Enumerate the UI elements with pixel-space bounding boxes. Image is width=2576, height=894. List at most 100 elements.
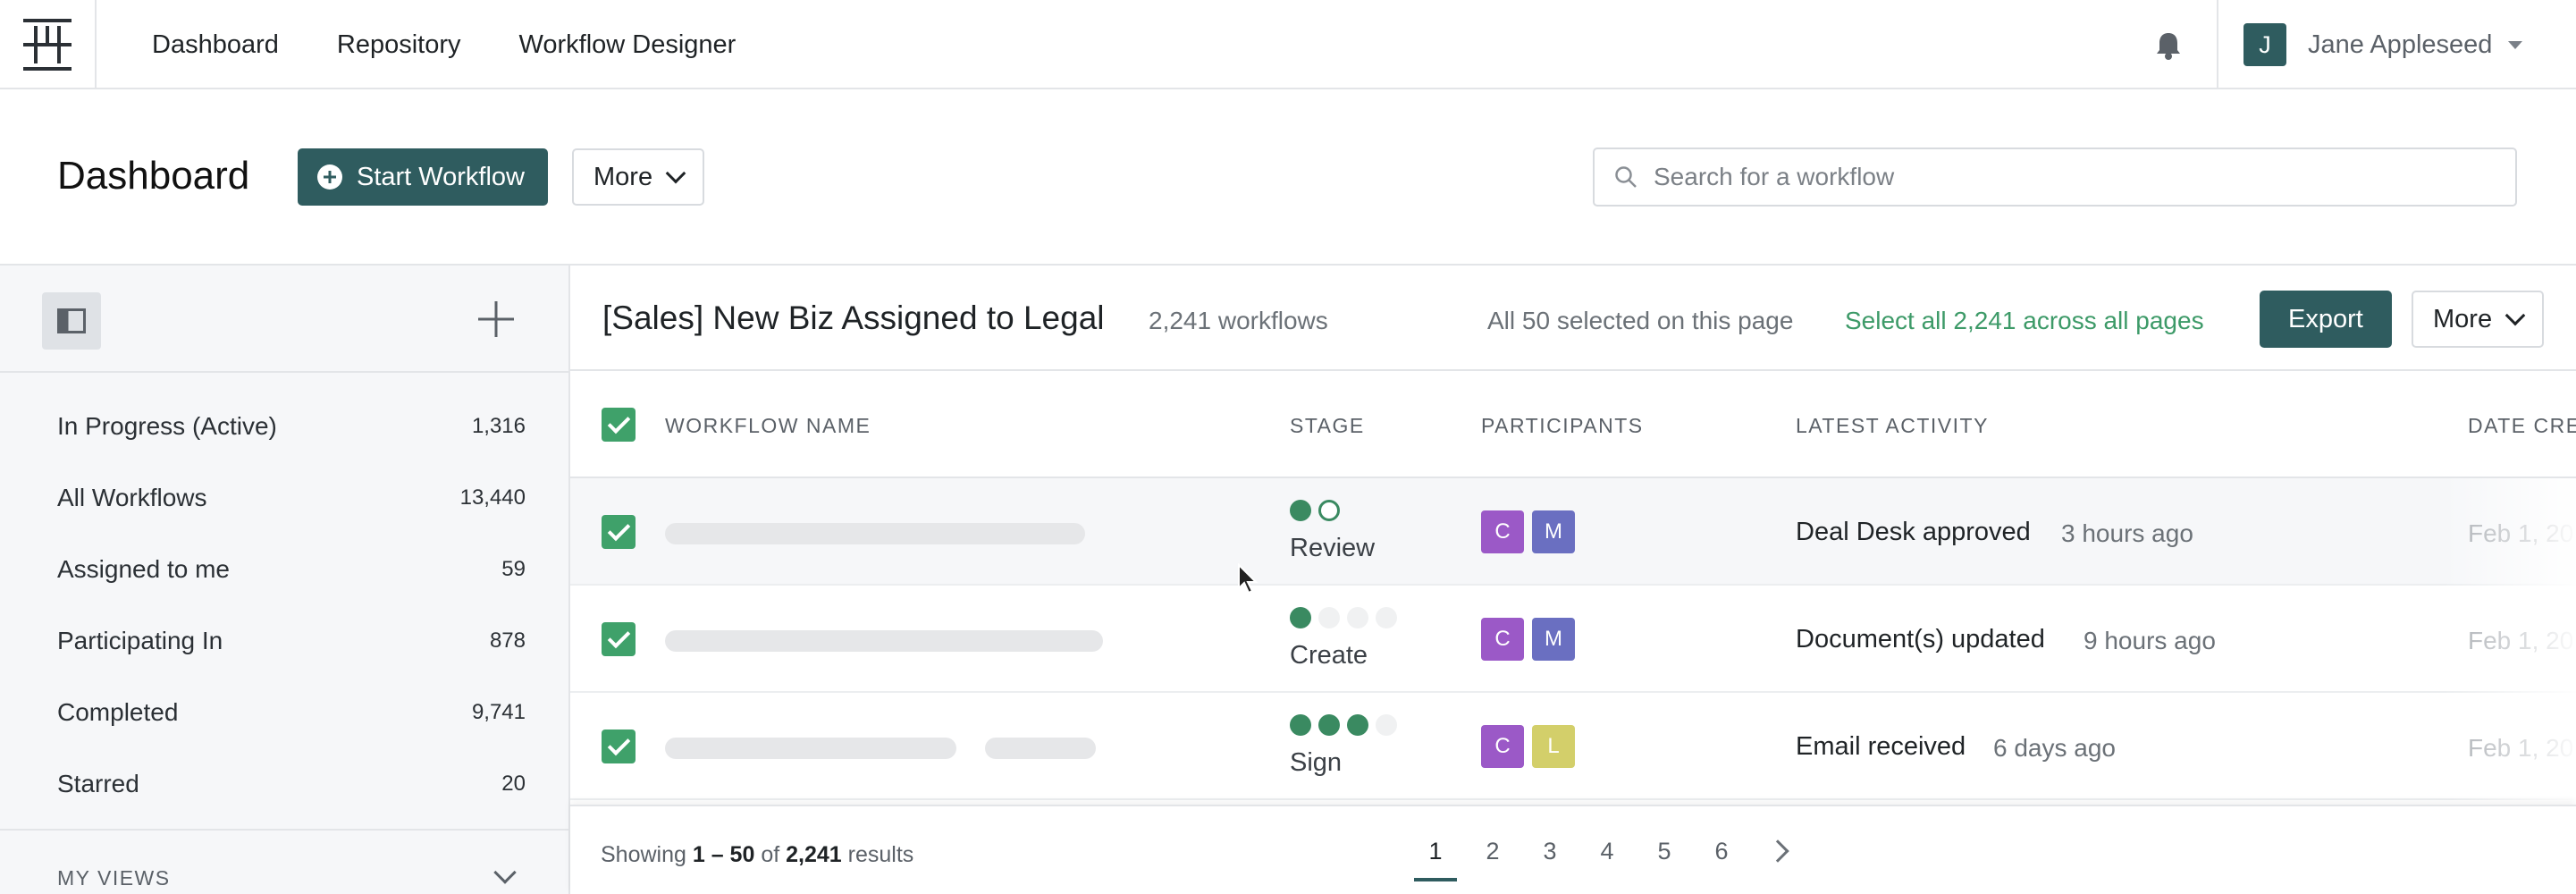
stage-dot-pending xyxy=(1318,607,1340,628)
participant-avatar[interactable]: M xyxy=(1532,510,1575,553)
page-5[interactable]: 5 xyxy=(1636,806,1693,894)
row-checkbox[interactable] xyxy=(602,515,636,549)
participant-avatar[interactable]: C xyxy=(1481,510,1524,553)
sidebar-item-completed[interactable]: Completed 9,741 xyxy=(0,677,568,748)
participants: C L xyxy=(1481,725,1575,768)
select-all-link[interactable]: Select all 2,241 across all pages xyxy=(1845,307,2204,335)
sidebar-item-label: Starred xyxy=(57,770,139,797)
view-title: [Sales] New Biz Assigned to Legal xyxy=(602,299,1105,336)
sidebar-item-assigned-to-me[interactable]: Assigned to me 59 xyxy=(0,534,568,605)
stage-progress xyxy=(1290,714,1397,736)
participant-avatar[interactable]: C xyxy=(1481,725,1524,768)
table-row[interactable]: Sign C L Email received 6 days ago Feb 1… xyxy=(570,693,2576,800)
date-created: Feb 1, 20 xyxy=(2468,734,2574,762)
selection-status: All 50 selected on this page xyxy=(1487,307,1794,334)
stage-dot-pending xyxy=(1376,607,1397,628)
view-workflow-count: 2,241 workflows xyxy=(1149,307,1328,334)
stage-dot-complete xyxy=(1290,500,1311,521)
participants: C M xyxy=(1481,618,1575,661)
plus-circle-icon xyxy=(317,164,342,190)
top-navigation: Dashboard Repository Workflow Designer J… xyxy=(0,0,2576,89)
sidebar-item-participating-in[interactable]: Participating In 878 xyxy=(0,605,568,677)
chevron-right-icon[interactable] xyxy=(1750,806,1807,894)
table-row[interactable]: Create C M Document(s) updated 9 hours a… xyxy=(570,586,2576,693)
sidebar-item-count: 1,316 xyxy=(471,414,526,438)
notifications-bell-icon[interactable] xyxy=(2154,30,2183,61)
page-6[interactable]: 6 xyxy=(1693,806,1750,894)
participant-avatar[interactable]: C xyxy=(1481,618,1524,661)
app-logo[interactable] xyxy=(0,0,97,89)
add-view-plus-icon[interactable] xyxy=(476,299,516,339)
view-more-label: More xyxy=(2433,304,2493,333)
header-more-label: More xyxy=(593,162,653,191)
workflow-tag-placeholder xyxy=(985,738,1096,759)
workflow-name-placeholder xyxy=(665,523,1085,544)
user-menu[interactable]: J Jane Appleseed xyxy=(2217,0,2576,89)
stage-dot-current xyxy=(1318,500,1340,521)
participant-avatar[interactable]: M xyxy=(1532,618,1575,661)
chevron-down-icon xyxy=(2504,305,2526,326)
participant-avatar[interactable]: L xyxy=(1532,725,1575,768)
nav-dashboard[interactable]: Dashboard xyxy=(152,30,279,60)
page-4[interactable]: 4 xyxy=(1578,806,1636,894)
view-more-button[interactable]: More xyxy=(2412,291,2545,348)
column-workflow-name[interactable]: WORKFLOW NAME xyxy=(665,414,871,438)
row-checkbox[interactable] xyxy=(602,622,636,656)
chevron-down-icon xyxy=(665,163,686,184)
latest-activity: Deal Desk approved xyxy=(1796,518,2031,546)
activity-time: 9 hours ago xyxy=(2084,627,2216,654)
my-views-heading: MY VIEWS xyxy=(57,866,171,890)
sidebar-item-label: Completed xyxy=(57,698,179,726)
stage-dot-complete xyxy=(1290,714,1311,736)
column-latest-activity[interactable]: LATEST ACTIVITY xyxy=(1796,414,1989,438)
row-checkbox[interactable] xyxy=(602,730,636,763)
sidebar: In Progress (Active) 1,316 All Workflows… xyxy=(0,264,570,894)
search-input[interactable] xyxy=(1654,163,2458,191)
header-more-button[interactable]: More xyxy=(572,148,705,206)
stage-dot-current xyxy=(1290,607,1311,628)
sidebar-item-starred[interactable]: Starred 20 xyxy=(0,748,568,820)
sidebar-panel-icon xyxy=(57,308,86,333)
sidebar-item-label: Participating In xyxy=(57,627,223,654)
latest-activity: Email received xyxy=(1796,732,1966,761)
column-participants[interactable]: PARTICIPANTS xyxy=(1481,414,1644,438)
nav-workflow-designer[interactable]: Workflow Designer xyxy=(519,30,737,60)
search-icon xyxy=(1615,166,1637,188)
sidebar-item-label: Assigned to me xyxy=(57,555,230,583)
stage-dot-pending xyxy=(1347,607,1368,628)
logo-icon xyxy=(23,19,72,71)
sidebar-list: In Progress (Active) 1,316 All Workflows… xyxy=(0,373,568,820)
sidebar-item-count: 20 xyxy=(501,772,526,796)
column-date-created[interactable]: DATE CRE xyxy=(2468,414,2576,438)
sidebar-item-count: 59 xyxy=(501,557,526,581)
sidebar-item-all-workflows[interactable]: All Workflows 13,440 xyxy=(0,462,568,534)
results-of: of xyxy=(761,842,780,867)
page-1[interactable]: 1 xyxy=(1407,806,1464,894)
view-header: [Sales] New Biz Assigned to Legal 2,241 … xyxy=(570,264,2576,371)
page-3[interactable]: 3 xyxy=(1521,806,1578,894)
results-summary: Showing 1 – 50 of 2,241 results xyxy=(601,842,913,868)
sidebar-item-count: 878 xyxy=(489,628,526,653)
nav-links: Dashboard Repository Workflow Designer xyxy=(152,0,736,89)
results-range: 1 – 50 xyxy=(692,842,755,867)
table-row[interactable]: Review C M Deal Desk approved 3 hours ag… xyxy=(570,478,2576,586)
stage-progress xyxy=(1290,607,1397,628)
results-total: 2,241 xyxy=(786,842,842,867)
sidebar-item-in-progress[interactable]: In Progress (Active) 1,316 xyxy=(0,391,568,462)
nav-repository[interactable]: Repository xyxy=(337,30,461,60)
stage-label: Sign xyxy=(1290,748,1343,777)
start-workflow-button[interactable]: Start Workflow xyxy=(298,148,549,206)
activity-time: 3 hours ago xyxy=(2061,519,2193,547)
results-prefix: Showing xyxy=(601,842,686,867)
table-header: WORKFLOW NAME STAGE PARTICIPANTS LATEST … xyxy=(570,371,2576,478)
page-2[interactable]: 2 xyxy=(1464,806,1521,894)
select-all-checkbox[interactable] xyxy=(602,408,636,442)
export-button[interactable]: Export xyxy=(2260,291,2392,348)
user-avatar: J xyxy=(2243,23,2286,66)
sidebar-item-label: All Workflows xyxy=(57,484,207,511)
latest-activity: Document(s) updated xyxy=(1796,625,2045,654)
sidebar-toggle-button[interactable] xyxy=(42,292,101,350)
chevron-down-icon[interactable] xyxy=(493,861,517,884)
column-stage[interactable]: STAGE xyxy=(1290,414,1365,438)
activity-time: 6 days ago xyxy=(1993,734,2116,762)
